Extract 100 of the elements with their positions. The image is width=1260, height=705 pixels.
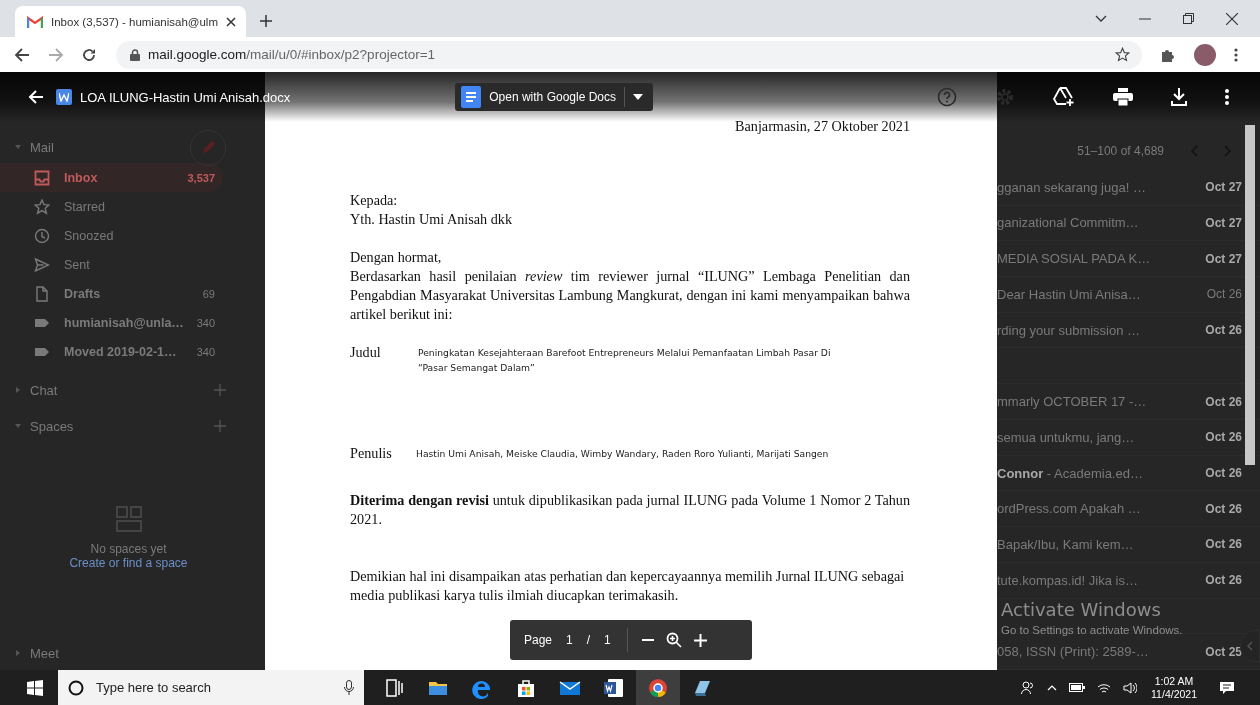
settings-icon[interactable] <box>995 87 1015 107</box>
zoom-in-icon[interactable] <box>693 633 707 647</box>
field-value: Hastin Umi Anisah, Meiske Claudia, Wimby Wandary, Raden Roro Yulianti, Marijati Sangen <box>416 447 830 461</box>
email-snippet[interactable]: gganan sekarang juga! … <box>997 179 1206 195</box>
closing-paragraph: Demikian hal ini disampaikan atas perhatian dan kepercayaannya memilih Jurnal ILUNG sebagai media publikasi karya tulis ilmiah diucapkan terimakasih. <box>350 567 906 605</box>
zoom-icon[interactable] <box>665 632 682 648</box>
field-label: Penulis <box>350 444 393 463</box>
field-label: Judul <box>350 343 382 362</box>
item-count: 69 <box>202 287 215 300</box>
nav-item[interactable]: Sent <box>0 250 223 279</box>
recipient: Yth. Hastin Umi Anisah dkk <box>350 210 513 229</box>
recipient-label: Kepada: <box>350 191 399 210</box>
open-with-docs-button[interactable]: Open with Google Docs <box>455 83 653 111</box>
print-icon[interactable] <box>1113 88 1133 106</box>
new-tab-icon[interactable] <box>260 15 272 27</box>
clock-icon <box>34 227 50 244</box>
nav-item[interactable]: Drafts 69 <box>0 279 223 308</box>
email-date: Oct 26 <box>1205 394 1242 409</box>
nav-item[interactable]: Starred <box>0 192 223 221</box>
side-panel-toggle[interactable] <box>1240 630 1260 662</box>
letter-date: Banjarmasin, 27 Oktober 2021 <box>734 117 910 136</box>
email-date: Oct 26 <box>1206 287 1242 302</box>
empty-message: No spaces yet <box>90 542 167 556</box>
reload-icon[interactable] <box>82 47 96 62</box>
email-snippet[interactable]: 058, ISSN (Print): 2589-… <box>997 644 1206 660</box>
email-snippet[interactable]: rding your submission … <box>997 322 1206 338</box>
email-snippet[interactable]: tute.kompas.id! Jika is… <box>997 572 1206 588</box>
minimize-icon[interactable] <box>1139 17 1151 20</box>
nav-item[interactable]: humianisah@unla… 340 <box>0 308 223 337</box>
nav-item[interactable]: Snoozed <box>0 221 223 250</box>
field-value: Peningkatan Kesejahteraan Barefoot Entrepreneurs Melalui Pemanfaatan Limbah Pasar Di “Pasar Semangat Dalam” <box>418 346 832 375</box>
item-count: 340 <box>196 345 215 358</box>
close-icon[interactable] <box>226 16 236 27</box>
email-date: Oct 26 <box>1205 430 1242 445</box>
page-number[interactable]: 1 <box>566 630 573 650</box>
more-icon[interactable] <box>1234 47 1238 62</box>
restore-icon[interactable] <box>1183 13 1194 24</box>
create-space-link[interactable]: Create or find a space <box>69 556 188 570</box>
email-date: Oct 27 <box>1205 251 1242 266</box>
more-icon[interactable] <box>1225 89 1229 105</box>
word-file-icon <box>56 89 72 105</box>
activation-title: Activate Windows <box>1001 599 1162 620</box>
page-total: 1 <box>604 631 611 649</box>
email-snippet[interactable]: Connor - Academia.ed… <box>997 465 1206 481</box>
scrollbar-thumb[interactable] <box>1245 125 1255 465</box>
email-date: Oct 26 <box>1205 466 1242 480</box>
volume-icon[interactable] <box>1123 681 1138 694</box>
activation-hint: Go to Settings to activate Windows. <box>1001 624 1183 636</box>
microphone-icon[interactable] <box>344 679 354 696</box>
greeting: Dengan hormat, <box>350 248 443 267</box>
notification-icon[interactable] <box>1219 680 1235 695</box>
add-to-drive-icon[interactable] <box>1053 87 1075 107</box>
email-snippet[interactable]: Bapak/Ibu, Kami kem… <box>997 537 1206 552</box>
email-snippet[interactable]: semua untukmu, jang… <box>997 429 1206 445</box>
email-snippet[interactable]: MEDIA SOSIAL PADA K… <box>997 251 1206 267</box>
close-icon[interactable] <box>1226 12 1238 25</box>
help-icon[interactable] <box>937 87 957 107</box>
mail-logo-icon <box>27 15 43 28</box>
email-date: Oct 26 <box>1205 323 1242 338</box>
wifi-icon[interactable] <box>1097 681 1112 694</box>
dropdown-icon[interactable] <box>1095 14 1107 23</box>
search-icon <box>68 679 84 696</box>
download-icon[interactable] <box>1171 88 1187 106</box>
people-icon[interactable] <box>1021 680 1036 695</box>
chrome-app-icon[interactable] <box>636 670 680 705</box>
docs-icon <box>461 86 482 108</box>
chevron-left-icon <box>1247 641 1253 651</box>
windows-start-icon[interactable] <box>27 679 43 696</box>
browser-tab[interactable]: Inbox (3,537) - humianisah@ulm <box>15 6 246 37</box>
email-date: Oct 26 <box>1205 537 1242 552</box>
lock-icon <box>130 48 140 61</box>
draft-icon <box>34 285 50 302</box>
nav-item[interactable]: Inbox 3,537 <box>0 163 223 192</box>
search-bar[interactable]: Type here to search <box>58 670 364 705</box>
star-icon <box>34 198 50 215</box>
chevron-up-icon[interactable] <box>1047 684 1058 691</box>
clock-time[interactable]: 1:02 AM <box>1154 674 1194 688</box>
email-snippet[interactable]: mmarly OCTOBER 17 -… <box>997 394 1206 410</box>
clock-date[interactable]: 11/4/2021 <box>1151 687 1197 701</box>
back-icon[interactable] <box>14 47 30 62</box>
section-header[interactable]: Meet <box>14 641 226 665</box>
inbox-icon <box>34 169 50 186</box>
search-field[interactable]: Type here to search <box>94 679 334 696</box>
avatar[interactable] <box>1194 43 1216 66</box>
star-icon[interactable] <box>1115 47 1130 62</box>
caret-down-icon <box>633 94 643 100</box>
file-name: LOA ILUNG-Hastin Umi Anisah.docx <box>80 89 291 105</box>
battery-icon[interactable] <box>1069 683 1086 692</box>
intro-paragraph: Berdasarkan hasil penilaian review tim reviewer jurnal “ILUNG” Lembaga Penelitian dan Pengabdian Masyarakat Universitas Lambung Mangkurat, dengan ini kami menyampaikan bahwa artikel berikut ini: <box>350 267 910 324</box>
decision-paragraph: Diterima dengan revisi untuk dipublikasikan pada jurnal ILUNG pada Volume 1 Nomor 2 Tahun 2021. <box>350 491 910 529</box>
email-snippet[interactable]: ordPress.com Apakah … <box>997 501 1206 517</box>
nav-item[interactable]: Moved 2019-02-1… 340 <box>0 337 223 366</box>
address-bar[interactable]: mail.google.com/mail/u/0/#inbox/p2?projector=1 <box>116 40 1142 69</box>
email-date: Oct 27 <box>1205 180 1242 195</box>
email-snippet[interactable]: ganizational Commitm… <box>997 215 1206 231</box>
email-snippet[interactable]: Dear Hastin Umi Anisa… <box>997 286 1207 302</box>
email-date: Oct 26 <box>1205 501 1242 516</box>
page-separator: / <box>586 631 591 649</box>
section-header[interactable]: Mail <box>14 135 173 159</box>
pagination-range: 51–100 of 4,689 <box>1077 143 1164 158</box>
